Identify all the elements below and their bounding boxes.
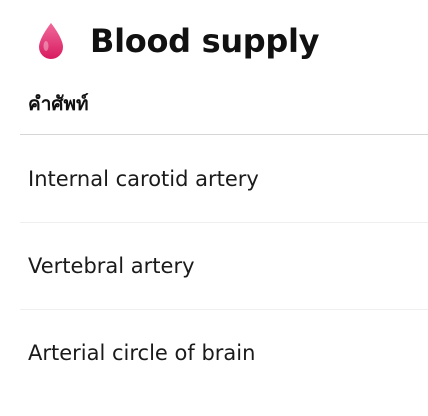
term-label: Vertebral artery: [28, 253, 195, 278]
term-row-vertebral-artery[interactable]: Vertebral artery: [0, 222, 428, 309]
blood-drop-icon: [36, 21, 66, 61]
term-label: Internal carotid artery: [28, 166, 259, 191]
term-row-internal-carotid-artery[interactable]: Internal carotid artery: [0, 135, 428, 222]
column-header-term: คำศัพท์: [28, 93, 89, 115]
section-header: Blood supply: [36, 18, 320, 64]
term-label: Arterial circle of brain: [28, 340, 256, 365]
term-list: Internal carotid artery Vertebral artery…: [0, 135, 428, 396]
page-title: Blood supply: [90, 22, 320, 60]
term-row-arterial-circle-of-brain[interactable]: Arterial circle of brain: [0, 309, 428, 396]
